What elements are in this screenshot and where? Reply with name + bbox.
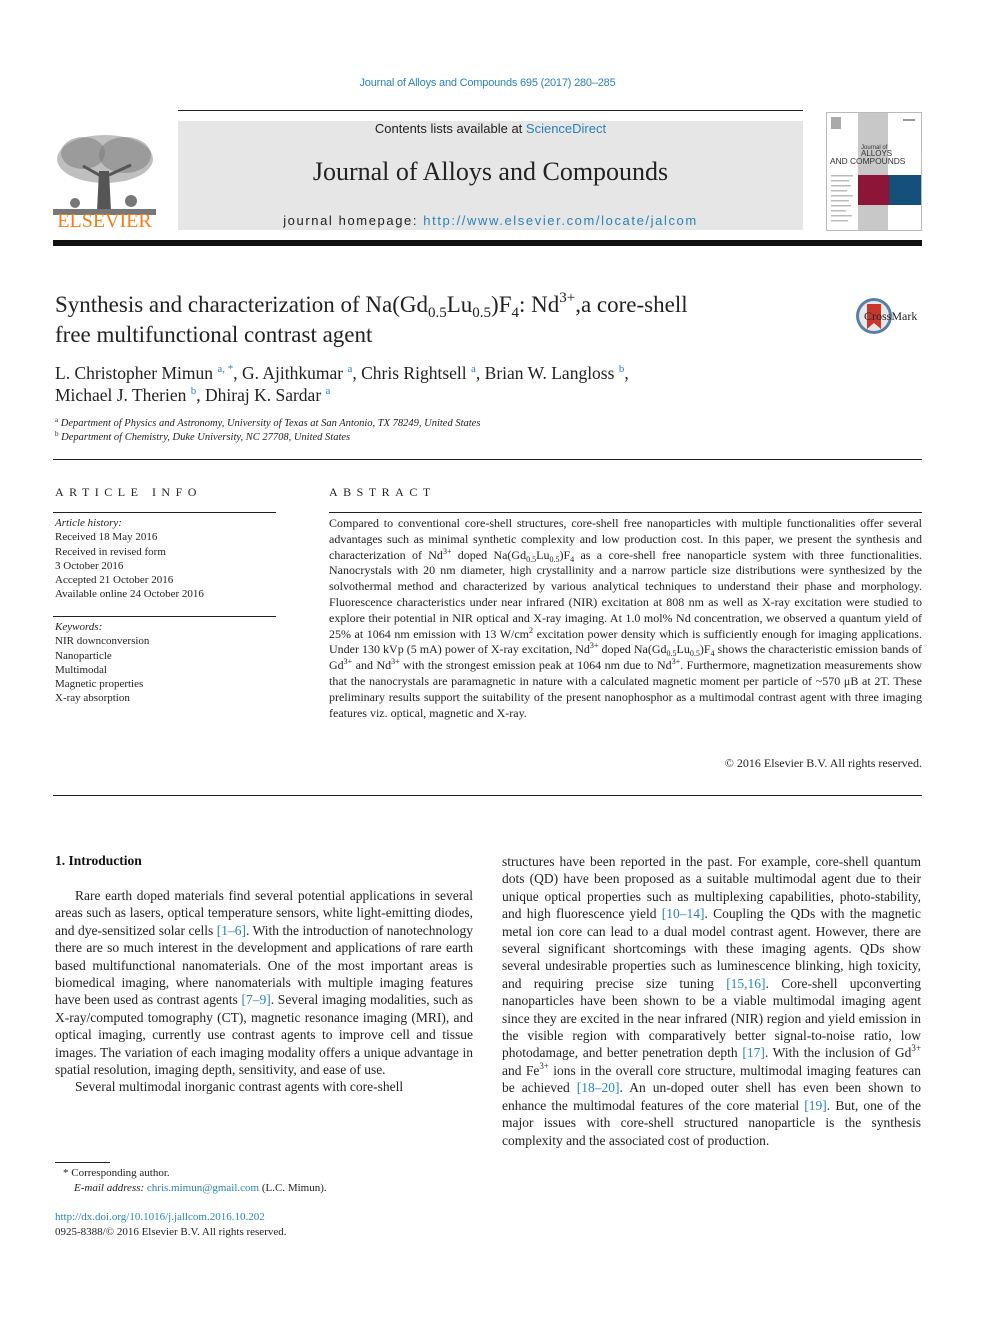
journal-citation-link[interactable]: Journal of Alloys and Compounds 695 (201… [0, 77, 975, 89]
paragraph: Rare earth doped materials find several … [55, 888, 473, 1078]
section-rule [53, 459, 922, 460]
history-item: Received in revised form [55, 545, 166, 558]
body-column-left: Rare earth doped materials find several … [55, 887, 473, 1096]
article-title: Synthesis and characterization of Na(Gd0… [55, 290, 688, 348]
abstract-rule [329, 512, 922, 513]
author-list: L. Christopher Mimun a, *, G. Ajithkumar… [55, 363, 629, 405]
elsevier-wordmark: ELSEVIER [57, 210, 152, 232]
reference-link[interactable]: [19] [804, 1098, 827, 1113]
author-name[interactable]: Dhiraj K. Sardar [205, 385, 321, 405]
header-rule [178, 110, 803, 111]
sciencedirect-link[interactable]: ScienceDirect [526, 121, 606, 136]
svg-text:AND COMPOUNDS: AND COMPOUNDS [830, 156, 906, 166]
keywords: Keywords: NIR downconversion Nanoparticl… [55, 620, 277, 706]
keyword-item: Nanoparticle [55, 649, 112, 662]
history-item: 3 October 2016 [55, 559, 124, 572]
contents-prefix: Contents lists available at [374, 121, 526, 136]
author-affiliation-mark[interactable]: a [326, 385, 331, 397]
author-affiliation-mark[interactable]: a, * [217, 363, 233, 375]
journal-cover-icon: Journal of ALLOYS AND COMPOUNDS [827, 113, 921, 230]
email-link[interactable]: chris.mimun@gmail.com [147, 1182, 259, 1194]
keyword-item: Magnetic properties [55, 678, 144, 691]
body-column-right: structures have been reported in the pas… [502, 853, 921, 1149]
author-affiliation-mark[interactable]: b [619, 363, 625, 375]
article-history: Article history: Received 18 May 2016 Re… [55, 516, 277, 602]
history-item: Received 18 May 2016 [55, 531, 158, 544]
author-name[interactable]: G. Ajithkumar [242, 363, 343, 383]
affiliations: a Department of Physics and Astronomy, U… [55, 417, 875, 445]
author-affiliation-mark[interactable]: b [191, 385, 197, 397]
reference-link[interactable]: [18–20] [577, 1080, 620, 1095]
affiliation-b: b Department of Chemistry, Duke Universi… [55, 430, 351, 444]
history-heading: Article history: [55, 517, 122, 529]
homepage-link[interactable]: http://www.elsevier.com/locate/jalcom [423, 213, 698, 228]
keyword-item: NIR downconversion [55, 635, 150, 648]
reference-link[interactable]: [17] [742, 1045, 765, 1060]
history-item: Available online 24 October 2016 [55, 588, 204, 601]
crossmark-label[interactable]: CrossMark [864, 309, 917, 324]
journal-name: Journal of Alloys and Compounds [312, 157, 669, 186]
reference-link[interactable]: [7–9] [241, 992, 270, 1007]
reference-link[interactable]: [1–6] [217, 923, 246, 938]
article-info-rule [53, 512, 276, 513]
reference-link[interactable]: [10–14] [662, 906, 705, 921]
article-info-heading: ARTICLE INFO [55, 485, 202, 499]
keyword-item: X-ray absorption [55, 692, 130, 705]
keywords-heading: Keywords: [55, 621, 103, 633]
keywords-rule [53, 616, 276, 617]
journal-cover-thumbnail[interactable]: Journal of ALLOYS AND COMPOUNDS [826, 112, 922, 231]
author-name[interactable]: Michael J. Therien [55, 385, 186, 405]
footnote: * Corresponding author. E-mail address: … [63, 1166, 483, 1196]
abstract-heading: ABSTRACT [329, 485, 436, 499]
author-name[interactable]: Brian W. Langloss [485, 363, 615, 383]
affiliation-a: a Department of Physics and Astronomy, U… [55, 416, 481, 430]
header-thick-rule [53, 240, 922, 246]
author-affiliation-mark[interactable]: a [471, 363, 476, 375]
author-name[interactable]: Chris Rightsell [361, 363, 467, 383]
corresponding-author-note: * Corresponding author. [63, 1167, 170, 1179]
abstract-body: Compared to conventional core-shell stru… [329, 516, 923, 720]
homepage-prefix: journal homepage: [283, 213, 424, 228]
paragraph: structures have been reported in the pas… [502, 854, 921, 1148]
author-name[interactable]: L. Christopher Mimun [55, 363, 213, 383]
section-heading-introduction: 1. Introduction [55, 853, 142, 868]
history-item: Accepted 21 October 2016 [55, 574, 174, 587]
footnote-rule [55, 1162, 110, 1163]
reference-link[interactable]: [15,16] [726, 976, 765, 991]
issn-copyright: 0925-8388/© 2016 Elsevier B.V. All right… [55, 1226, 287, 1238]
journal-homepage-line: journal homepage: http://www.elsevier.co… [178, 213, 803, 228]
abstract-copyright: © 2016 Elsevier B.V. All rights reserved… [724, 756, 922, 770]
doi-link[interactable]: http://dx.doi.org/10.1016/j.jallcom.2016… [55, 1211, 265, 1223]
abstract-end-rule [53, 795, 922, 796]
keyword-item: Multimodal [55, 663, 107, 676]
author-affiliation-mark[interactable]: a [347, 363, 352, 375]
email-line: E-mail address: chris.mimun@gmail.com (L… [74, 1182, 327, 1194]
contents-line: Contents lists available at ScienceDirec… [178, 121, 803, 136]
paragraph: Several multimodal inorganic contrast ag… [75, 1079, 404, 1095]
